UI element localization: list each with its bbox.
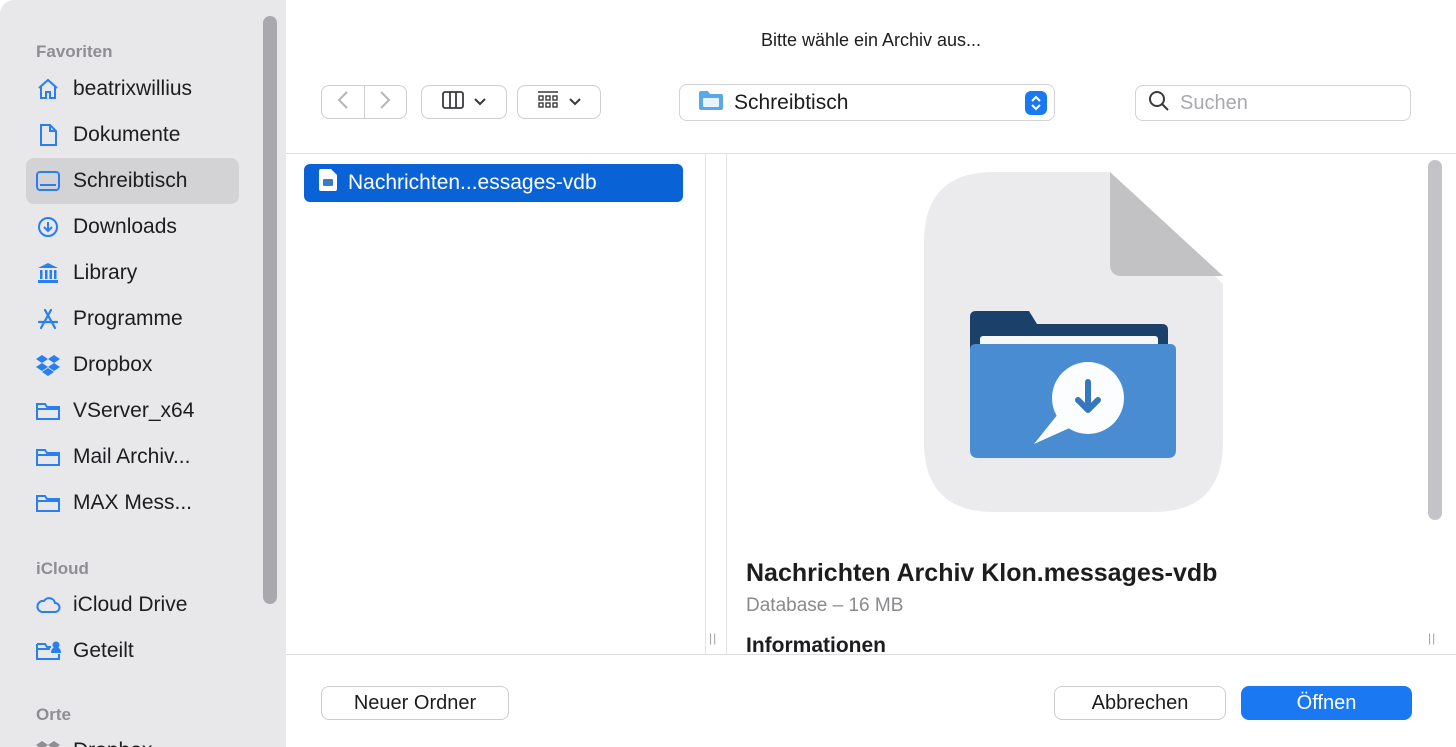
section-favoriten: Favoriten: [36, 42, 113, 61]
back-button[interactable]: [322, 86, 365, 118]
sidebar-item-label: Geteilt: [73, 639, 134, 662]
sidebar-item-label: MAX Mess...: [73, 491, 193, 514]
preview-info-heading: Informationen: [746, 634, 886, 654]
sidebar-item-label: beatrixwillius: [73, 77, 193, 100]
section-orte: Orte: [36, 705, 71, 724]
sidebar-item-label: Schreibtisch: [73, 169, 188, 192]
sidebar-item-label: Library: [73, 261, 138, 284]
column-resize-handle[interactable]: ||: [709, 631, 717, 645]
sidebar-item-programme[interactable]: Programme: [26, 296, 239, 342]
folder-icon: [35, 490, 61, 516]
sidebar-item-label: iCloud Drive: [73, 593, 188, 616]
grid-icon: [537, 90, 559, 115]
dropbox-icon: [35, 352, 61, 378]
preview-file-name: Nachrichten Archiv Klon.messages-vdb: [746, 559, 1218, 587]
column-divider: [705, 154, 706, 654]
search-field[interactable]: [1135, 85, 1411, 121]
chevron-down-icon: [474, 93, 486, 111]
footer-divider: [286, 654, 1456, 655]
location-label: Schreibtisch: [734, 90, 849, 114]
column-divider: [726, 154, 727, 654]
library-icon: [35, 260, 61, 286]
search-input[interactable]: [1178, 90, 1382, 116]
chevron-right-icon: [379, 90, 391, 115]
sidebar-item-max-mess[interactable]: MAX Mess...: [26, 480, 239, 526]
file-column[interactable]: [286, 154, 705, 654]
chevron-left-icon: [337, 90, 349, 115]
folder-icon: [35, 444, 61, 470]
section-icloud: iCloud: [36, 559, 89, 578]
preview-scrollbar[interactable]: [1428, 160, 1442, 520]
view-mode-button[interactable]: [421, 85, 507, 119]
columns-view-icon: [442, 90, 464, 114]
sidebar-item-dokumente[interactable]: Dokumente: [26, 112, 239, 158]
cloud-icon: [35, 592, 61, 618]
sidebar-item-dropbox[interactable]: Dropbox: [26, 342, 239, 388]
desktop-icon: [35, 168, 61, 194]
location-popup[interactable]: Schreibtisch: [679, 84, 1055, 121]
navigation-buttons: [321, 85, 407, 119]
applications-icon: [35, 306, 61, 332]
file-item-selected[interactable]: Nachrichten...essages-vdb: [304, 164, 683, 202]
sidebar-item-home[interactable]: beatrixwillius: [26, 66, 239, 112]
sidebar-item-vserver[interactable]: VServer_x64: [26, 388, 239, 434]
forward-button[interactable]: [365, 86, 407, 118]
download-circle-icon: [35, 214, 61, 240]
file-item-label: Nachrichten...essages-vdb: [348, 171, 597, 194]
file-preview-icon: [924, 172, 1224, 517]
sidebar-item-label: Programme: [73, 307, 183, 330]
sidebar-item-dropbox-orte[interactable]: Dropbox: [26, 728, 239, 747]
open-button[interactable]: Öffnen: [1241, 686, 1412, 720]
desktop-folder-icon: [698, 89, 724, 116]
sidebar-item-schreibtisch[interactable]: Schreibtisch: [26, 158, 239, 204]
column-resize-handle[interactable]: ||: [1428, 631, 1436, 645]
updown-icon: [1025, 90, 1047, 115]
preview-file-kind: Database – 16 MB: [746, 595, 904, 616]
document-icon: [35, 122, 61, 148]
sidebar-item-label: Dropbox: [73, 739, 152, 747]
sidebar-item-library[interactable]: Library: [26, 250, 239, 296]
home-icon: [35, 76, 61, 102]
sidebar-item-icloud-drive[interactable]: iCloud Drive: [26, 582, 239, 628]
sidebar-item-downloads[interactable]: Downloads: [26, 204, 239, 250]
cancel-button[interactable]: Abbrechen: [1054, 686, 1226, 720]
shared-folder-icon: [35, 638, 61, 664]
sidebar-item-label: Downloads: [73, 215, 177, 238]
sidebar-item-mail-archiv[interactable]: Mail Archiv...: [26, 434, 239, 480]
folder-icon: [35, 398, 61, 424]
new-folder-button[interactable]: Neuer Ordner: [321, 686, 509, 720]
sidebar-scrollbar[interactable]: [263, 16, 277, 604]
search-icon: [1148, 90, 1170, 117]
sidebar-item-geteilt[interactable]: Geteilt: [26, 628, 239, 674]
sidebar-item-label: Mail Archiv...: [73, 445, 191, 468]
sidebar-item-label: Dokumente: [73, 123, 181, 146]
dropbox-icon: [35, 738, 61, 747]
database-file-icon: [318, 168, 338, 198]
sidebar: Favoriten beatrixwillius Dokumente Schre…: [0, 0, 286, 747]
dialog-title: Bitte wähle ein Archiv aus...: [760, 30, 982, 50]
chevron-down-icon: [569, 93, 581, 111]
group-button[interactable]: [517, 85, 601, 119]
sidebar-item-label: VServer_x64: [73, 399, 195, 422]
sidebar-item-label: Dropbox: [73, 353, 153, 376]
